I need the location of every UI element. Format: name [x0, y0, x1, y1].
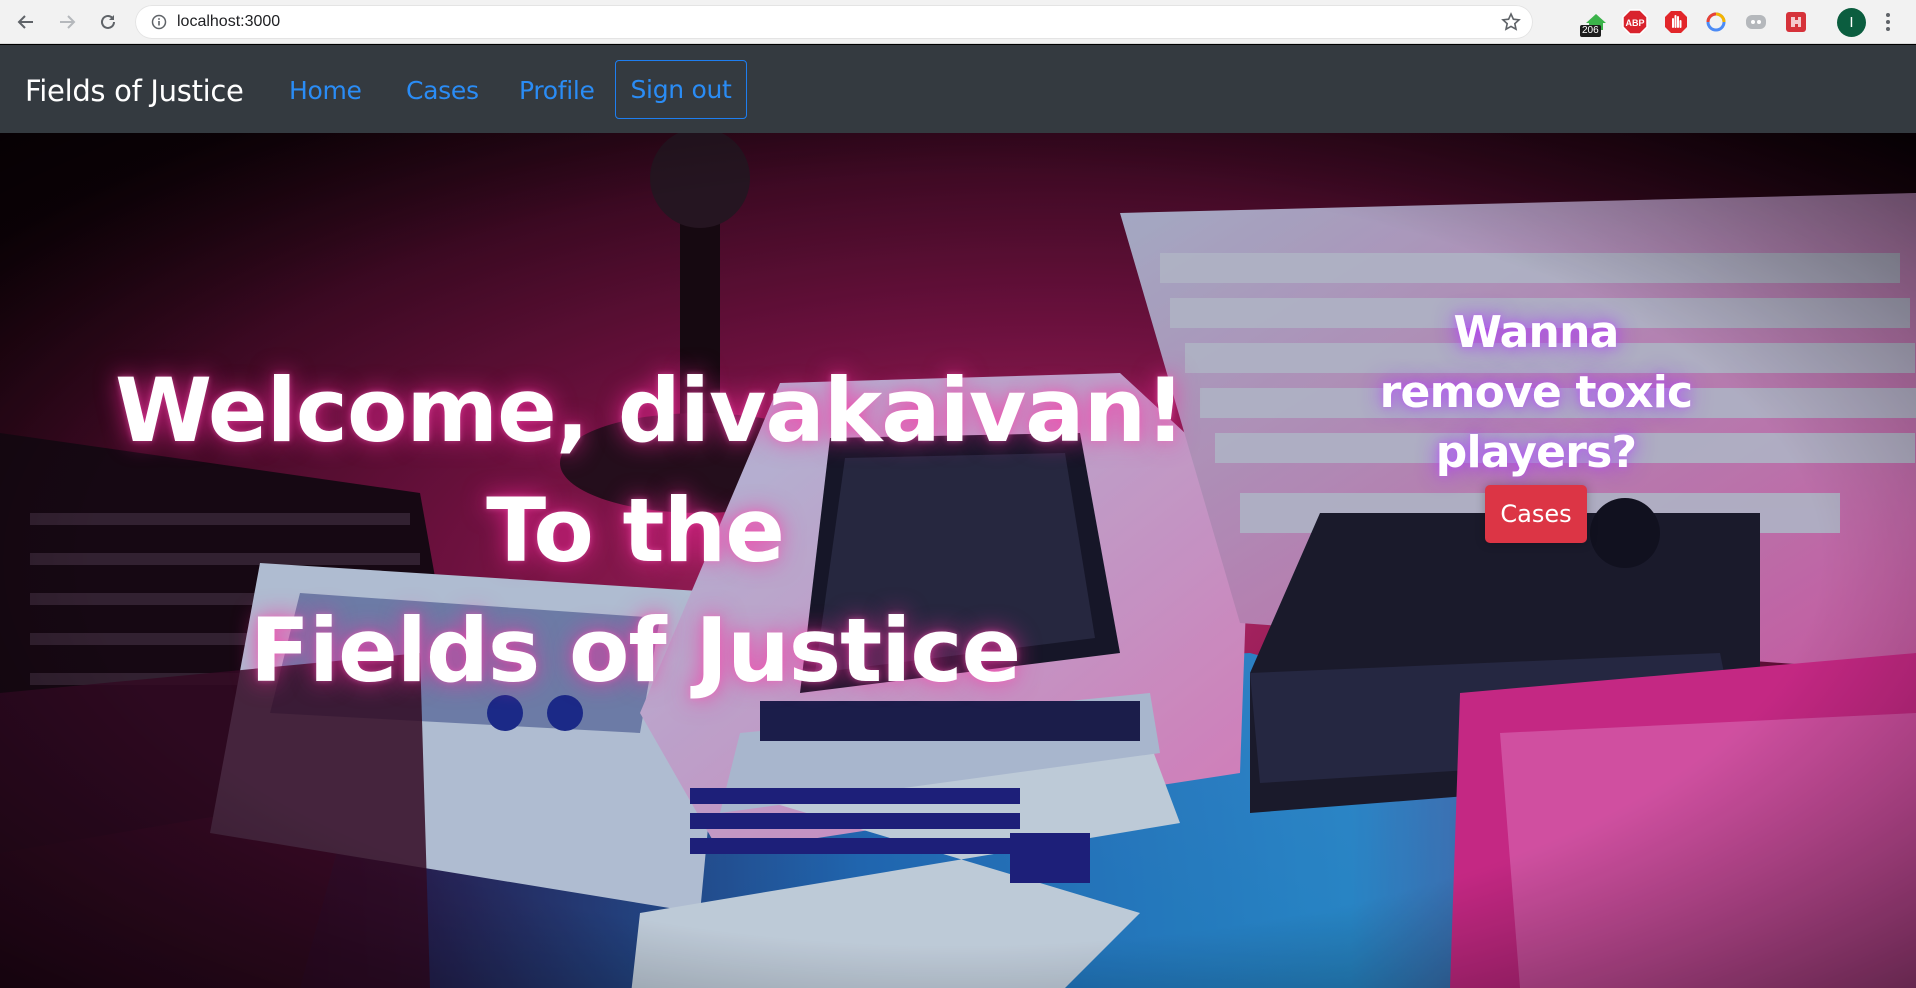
svg-text:ABP: ABP [1625, 18, 1644, 28]
hero-section: Welcome, divakaivan! To the Fields of Ju… [0, 133, 1916, 988]
site-navbar: Fields of Justice Home Cases Profile Sig… [0, 45, 1916, 133]
adblock-plus-icon[interactable]: ABP [1622, 9, 1648, 35]
cta-heading: Wanna remove toxic players? [1370, 303, 1702, 483]
back-button[interactable] [12, 8, 40, 36]
reload-button[interactable] [94, 8, 122, 36]
cta-line-3: players? [1435, 427, 1637, 478]
puzzle-extension-icon[interactable] [1783, 9, 1809, 35]
welcome-line-1: Welcome, divakaivan! [115, 359, 1185, 462]
cases-call-to-action: Wanna remove toxic players? Cases [1370, 303, 1702, 543]
back-arrow-icon [17, 15, 33, 29]
browser-menu-icon[interactable] [1885, 10, 1891, 34]
info-icon [151, 14, 167, 30]
adblock-hand-icon[interactable] [1663, 9, 1689, 35]
cases-button[interactable]: Cases [1485, 485, 1587, 543]
welcome-line-3: Fields of Justice [249, 599, 1021, 702]
reload-icon [101, 14, 115, 29]
nav-link-cases[interactable]: Cases [406, 76, 479, 105]
extension-badge: 206 [1580, 25, 1601, 37]
nav-link-profile[interactable]: Profile [519, 76, 595, 105]
color-ring-extension-icon[interactable] [1703, 9, 1729, 35]
cta-line-1: Wanna [1453, 307, 1620, 358]
welcome-line-2: To the [486, 479, 785, 582]
forward-arrow-icon [60, 15, 76, 29]
discord-extension-icon[interactable] [1743, 9, 1769, 35]
extension-home-icon[interactable]: 206 [1580, 9, 1609, 37]
url-text: localhost:3000 [177, 13, 281, 30]
forward-button[interactable] [53, 8, 81, 36]
cta-line-2: remove toxic [1379, 367, 1693, 418]
profile-avatar[interactable]: I [1837, 8, 1866, 37]
sign-out-button[interactable]: Sign out [615, 60, 747, 119]
address-bar[interactable]: localhost:3000 [135, 5, 1533, 39]
nav-link-home[interactable]: Home [289, 76, 362, 105]
brand-logo-text[interactable]: Fields of Justice [25, 74, 244, 108]
welcome-heading: Welcome, divakaivan! To the Fields of Ju… [115, 351, 1185, 711]
bookmark-star-icon[interactable] [1501, 12, 1521, 32]
browser-toolbar: localhost:3000 206 ABP I [0, 0, 1916, 44]
